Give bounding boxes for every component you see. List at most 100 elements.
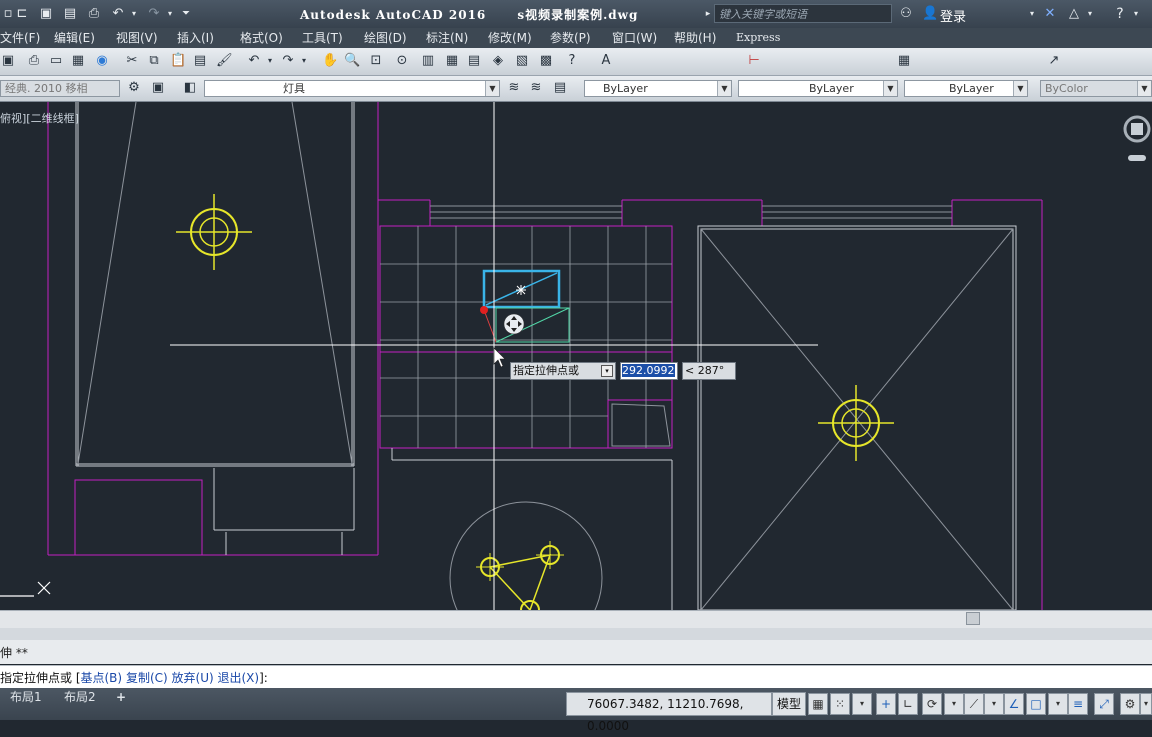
tool-palettes-icon[interactable]: ▤	[466, 53, 482, 69]
undo-icon[interactable]: ↶	[110, 6, 126, 22]
save-icon[interactable]: ▣	[38, 6, 54, 22]
model-space-button[interactable]: 模型	[772, 692, 806, 716]
move-grip-icon[interactable]	[503, 313, 525, 335]
redo-icon[interactable]: ↷	[146, 6, 162, 22]
menu-help[interactable]: 帮助(H)	[674, 30, 716, 46]
distance-input[interactable]: 292.0992	[620, 362, 678, 380]
ortho-icon[interactable]: ∟	[898, 693, 918, 715]
tab-layout2[interactable]: 布局2	[58, 688, 102, 706]
open-file-icon[interactable]: ⊏	[14, 6, 30, 22]
angle-readout[interactable]: < 287°	[682, 362, 736, 380]
menu-file[interactable]: 文件(F)	[0, 30, 40, 46]
menu-format[interactable]: 格式(O)	[240, 30, 283, 46]
customize-quick-access-icon[interactable]: ⏷	[178, 6, 194, 22]
redo-dropdown-icon[interactable]: ▾	[162, 6, 178, 22]
360-dropdown-icon[interactable]: ▾	[1082, 6, 1098, 22]
grid-icon[interactable]: ▦	[808, 693, 828, 715]
exchange-icon[interactable]: ✕	[1042, 6, 1058, 22]
paste-icon[interactable]: 📋	[170, 53, 186, 69]
layer-iso-icon[interactable]: ▤	[552, 80, 568, 96]
object-snap-icon[interactable]: □	[1026, 693, 1046, 715]
zoom-previous-icon[interactable]: ⊙	[394, 53, 410, 69]
print-icon[interactable]: ⎙	[86, 6, 102, 22]
object-snap-tracking-icon[interactable]: ∠	[1004, 693, 1024, 715]
layer-dropdown[interactable]: 灯具 ▼	[204, 80, 500, 97]
autodesk-360-icon[interactable]: △	[1066, 6, 1082, 22]
workspace-dropdown[interactable]: 经典. 2010 移相	[0, 80, 120, 97]
lineweight-dropdown[interactable]: ByLayer ▼	[904, 80, 1028, 97]
isodraft-dropdown-icon[interactable]: ▾	[984, 693, 1004, 715]
redo-tool-dropdown-icon[interactable]: ▾	[296, 53, 312, 69]
calculator-icon[interactable]: ▩	[538, 53, 554, 69]
text-style-icon[interactable]: A	[598, 53, 614, 69]
selected-object[interactable]	[480, 269, 570, 343]
sheet-set-icon[interactable]: ◈	[490, 53, 506, 69]
menu-window[interactable]: 窗口(W)	[612, 30, 657, 46]
undo-dropdown-icon[interactable]: ▾	[126, 6, 142, 22]
tab-layout1[interactable]: 布局1	[4, 688, 48, 706]
login-dropdown-icon[interactable]: ▾	[1024, 6, 1040, 22]
search-input[interactable]: 键入关键字或短语	[714, 4, 892, 23]
pan-icon[interactable]: ✋	[322, 53, 338, 69]
markup-icon[interactable]: ▧	[514, 53, 530, 69]
redo-tool-icon[interactable]: ↷	[280, 53, 296, 69]
menu-edit[interactable]: 编辑(E)	[54, 30, 95, 46]
navigation-bar[interactable]	[1123, 115, 1151, 161]
zoom-window-icon[interactable]: ⊡	[368, 53, 384, 69]
binoculars-icon[interactable]: ⚇	[898, 6, 914, 22]
table-style-icon[interactable]: ▦	[896, 53, 912, 69]
menu-express[interactable]: Express	[736, 30, 780, 46]
polar-tracking-icon[interactable]: ⟳	[922, 693, 942, 715]
layer-properties-icon[interactable]: ◧	[182, 80, 198, 96]
match-properties-icon[interactable]: 🖌	[216, 53, 233, 69]
add-layout-button[interactable]: +	[110, 688, 132, 706]
undo-tool-dropdown-icon[interactable]: ▾	[262, 53, 278, 69]
help-icon[interactable]: ?	[1112, 6, 1128, 22]
paste-block-icon[interactable]: ▤	[192, 53, 208, 69]
object-snap-dropdown-icon[interactable]: ▾	[1048, 693, 1068, 715]
dynamic-input-icon[interactable]: +	[876, 693, 896, 715]
login-button[interactable]: 登录	[940, 6, 966, 25]
menu-insert[interactable]: 插入(I)	[177, 30, 214, 46]
multileader-style-icon[interactable]: ↗	[1046, 53, 1062, 69]
options-arrow-icon[interactable]: ▾	[601, 365, 613, 377]
3d-dwf-icon[interactable]: ◉	[94, 53, 110, 69]
menu-modify[interactable]: 修改(M)	[488, 30, 532, 46]
publish-icon[interactable]: ▦	[70, 53, 86, 69]
snap-icon[interactable]: ⁙	[830, 693, 850, 715]
option-undo[interactable]: 放弃(U)	[172, 671, 214, 685]
menu-dimension[interactable]: 标注(N)	[426, 30, 468, 46]
coordinates-readout[interactable]: 76067.3482, 11210.7698, 0.0000	[566, 692, 772, 733]
option-copy[interactable]: 复制(C)	[126, 671, 168, 685]
isodraft-icon[interactable]: ⟋	[964, 693, 984, 715]
save-as-icon[interactable]: ▤	[62, 6, 78, 22]
scrollbar-thumb[interactable]	[966, 612, 980, 625]
undo-tool-icon[interactable]: ↶	[246, 53, 262, 69]
polar-dropdown-icon[interactable]: ▾	[944, 693, 964, 715]
workspace-settings-icon[interactable]: ⚙	[126, 80, 142, 96]
help-dropdown-icon[interactable]: ▾	[1128, 6, 1144, 22]
lineweight-display-icon[interactable]: ≡	[1068, 693, 1088, 715]
command-splitter[interactable]	[0, 628, 1152, 640]
menu-view[interactable]: 视图(V)	[116, 30, 158, 46]
plot-preview-icon[interactable]: ▭	[48, 53, 64, 69]
transparency-icon[interactable]: ⤢	[1094, 693, 1114, 715]
clean-screen-icon[interactable]: ▣	[150, 80, 166, 96]
zoom-realtime-icon[interactable]: 🔍	[344, 53, 360, 69]
drawing-canvas[interactable]	[0, 102, 1152, 610]
workspace-switch-icon[interactable]: ⚙	[1120, 693, 1140, 715]
workspace-dropdown-icon[interactable]: ▾	[1140, 693, 1152, 715]
viewport-label[interactable]: 俯视][二维线框]	[0, 110, 79, 126]
layer-previous-icon[interactable]: ≋	[528, 80, 544, 96]
properties-icon[interactable]: ▥	[420, 53, 436, 69]
option-base-point[interactable]: 基点(B)	[81, 671, 123, 685]
save-tool-icon[interactable]: ▣	[0, 53, 16, 69]
option-exit[interactable]: 退出(X)	[218, 671, 260, 685]
menu-tools[interactable]: 工具(T)	[302, 30, 343, 46]
linetype-dropdown[interactable]: ByLayer ▼	[738, 80, 898, 97]
user-icon[interactable]: 👤	[922, 6, 938, 22]
copy-icon[interactable]: ⧉	[146, 53, 162, 69]
plotstyle-dropdown[interactable]: ByColor ▼	[1040, 80, 1152, 97]
snap-dropdown-icon[interactable]: ▾	[852, 693, 872, 715]
help-tool-icon[interactable]: ?	[564, 53, 580, 69]
